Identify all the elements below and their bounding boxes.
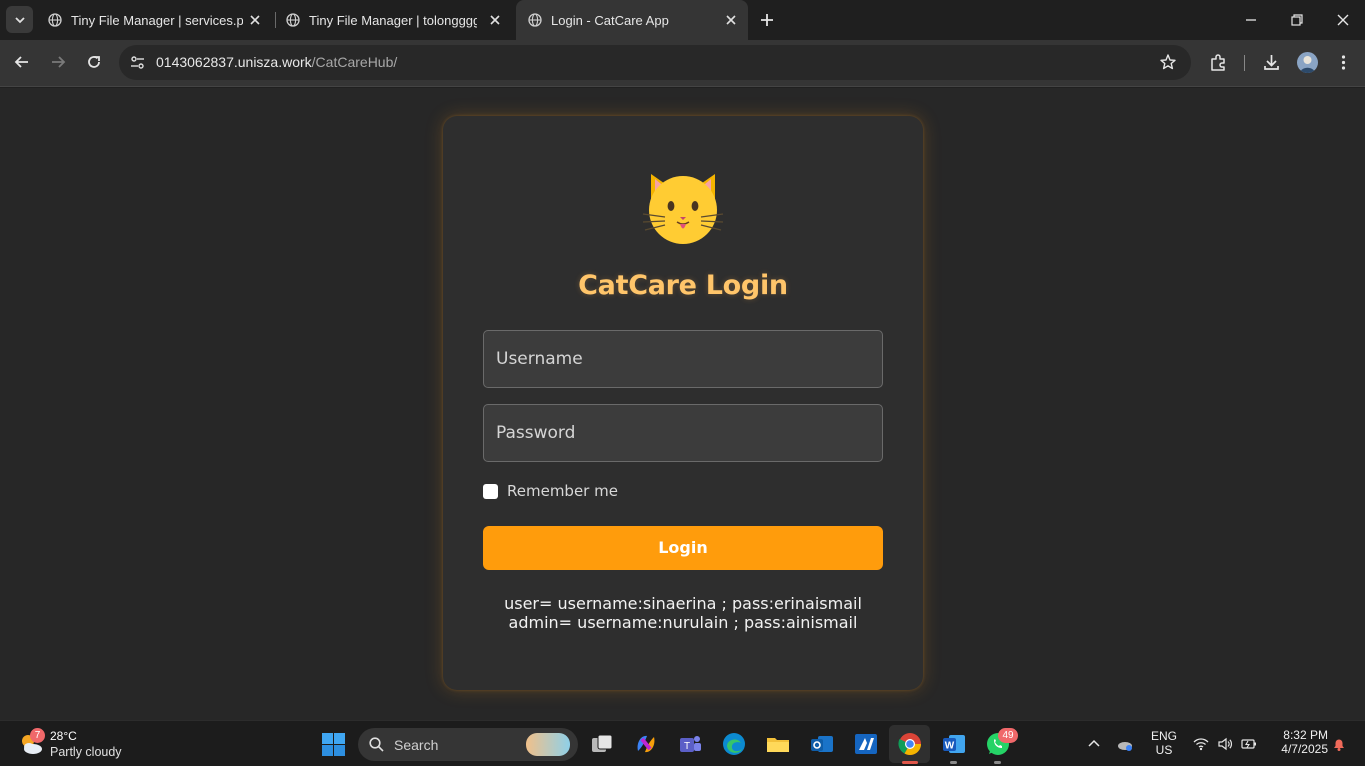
teams-icon[interactable]: T — [677, 731, 703, 757]
onedrive-icon[interactable] — [1117, 736, 1133, 752]
volume-icon[interactable] — [1217, 736, 1233, 752]
download-icon[interactable] — [1262, 53, 1281, 72]
close-window-icon[interactable] — [1335, 12, 1351, 28]
edge-icon[interactable] — [721, 731, 747, 757]
tab-title: Tiny File Manager | tolonggggg.php — [309, 12, 477, 28]
credentials-user: user= username:sinaerina ; pass:erinaism… — [504, 594, 862, 613]
login-card: CatCare Login Username Password Remember… — [443, 116, 923, 690]
toolbar-separator — [1244, 55, 1245, 71]
close-tab-icon[interactable] — [248, 13, 262, 27]
extensions-icon[interactable] — [1209, 53, 1228, 72]
profile-avatar[interactable] — [1297, 52, 1318, 73]
profile-person-icon — [1300, 56, 1315, 73]
language-region: US — [1155, 743, 1173, 757]
remember-me-label: Remember me — [507, 482, 618, 500]
weather-temperature[interactable]: 28°C — [50, 729, 77, 743]
svg-text:W: W — [945, 741, 955, 752]
file-explorer-icon[interactable] — [765, 731, 791, 757]
weather-badge: 7 — [30, 728, 45, 743]
close-tab-icon[interactable] — [724, 13, 738, 27]
close-tab-icon[interactable] — [488, 13, 502, 27]
windows-start-icon[interactable] — [322, 733, 345, 756]
search-label: Search — [394, 737, 439, 753]
language-code: ENG — [1150, 729, 1177, 743]
weather-description[interactable]: Partly cloudy — [50, 745, 122, 759]
taskbar-search[interactable]: Search — [358, 728, 578, 761]
address-bar[interactable]: 0143062837.unisza.work/CatCareHub/ — [119, 45, 1191, 80]
page-content: CatCare Login Username Password Remember… — [0, 88, 1365, 720]
word-icon[interactable]: W — [941, 731, 967, 757]
url-text: 0143062837.unisza.work/CatCareHub/ — [156, 54, 397, 70]
tab-services[interactable]: Tiny File Manager | services.php — [36, 0, 272, 40]
search-icon — [369, 737, 384, 752]
clock[interactable]: 8:32 PM 4/7/2025 — [1268, 728, 1328, 756]
whatsapp-badge: 49 — [998, 728, 1018, 743]
tab-catcare-login[interactable]: Login - CatCare App — [516, 0, 748, 40]
password-input[interactable]: Password — [483, 404, 883, 462]
url-host: 0143062837.unisza.work — [156, 54, 312, 70]
app-blue-icon[interactable] — [853, 731, 879, 757]
open-app-indicator — [994, 761, 1001, 764]
open-app-indicator — [950, 761, 957, 764]
chevron-down-icon — [14, 16, 25, 23]
minimize-icon[interactable] — [1243, 12, 1259, 28]
tab-strip: Tiny File Manager | services.php Tiny Fi… — [0, 0, 1365, 40]
credentials-admin: admin= username:nurulain ; pass:ainismai… — [508, 613, 858, 632]
chevron-up-icon[interactable] — [1086, 736, 1102, 752]
active-app-indicator — [902, 761, 918, 764]
taskbar: 7 28°C Partly cloudy Search T W 49 ENG US… — [0, 720, 1365, 766]
task-view-icon[interactable] — [589, 731, 615, 757]
notification-bell-icon[interactable] — [1331, 736, 1347, 752]
svg-text:T: T — [684, 741, 690, 752]
cat-face-icon — [642, 174, 724, 244]
outlook-icon[interactable] — [809, 731, 835, 757]
remember-me-row[interactable]: Remember me — [483, 482, 618, 500]
tab-search-button[interactable] — [6, 6, 33, 33]
tab-title: Tiny File Manager | services.php — [71, 12, 243, 28]
globe-icon — [48, 13, 62, 27]
username-input[interactable]: Username — [483, 330, 883, 388]
globe-icon — [286, 13, 300, 27]
tab-title: Login - CatCare App — [551, 12, 669, 28]
battery-icon[interactable] — [1241, 736, 1257, 752]
wifi-icon[interactable] — [1193, 736, 1209, 752]
restore-icon[interactable] — [1289, 12, 1305, 28]
copilot-icon[interactable] — [633, 731, 659, 757]
bookmark-star-icon[interactable] — [1159, 53, 1177, 71]
browser-toolbar: 0143062837.unisza.work/CatCareHub/ — [0, 40, 1365, 87]
forward-arrow-icon[interactable] — [49, 53, 67, 71]
chrome-icon[interactable] — [897, 731, 923, 757]
credentials-hint: user= username:sinaerina ; pass:erinaism… — [443, 594, 923, 632]
page-title: CatCare Login — [578, 270, 788, 301]
url-path: /CatCareHub/ — [311, 54, 398, 70]
new-tab-icon[interactable] — [758, 11, 776, 29]
clock-date: 4/7/2025 — [1281, 742, 1328, 756]
clock-time: 8:32 PM — [1283, 728, 1328, 742]
site-settings-icon[interactable] — [129, 54, 146, 71]
login-button[interactable]: Login — [483, 526, 883, 570]
globe-icon — [528, 13, 542, 27]
back-arrow-icon[interactable] — [13, 53, 31, 71]
tab-tolonggggg[interactable]: Tiny File Manager | tolonggggg.php — [274, 0, 512, 40]
language-indicator[interactable]: ENG US — [1150, 729, 1178, 757]
reload-icon[interactable] — [85, 53, 103, 71]
remember-me-checkbox[interactable] — [483, 483, 498, 499]
search-highlight-image — [526, 733, 570, 756]
more-menu-icon[interactable] — [1334, 53, 1353, 72]
